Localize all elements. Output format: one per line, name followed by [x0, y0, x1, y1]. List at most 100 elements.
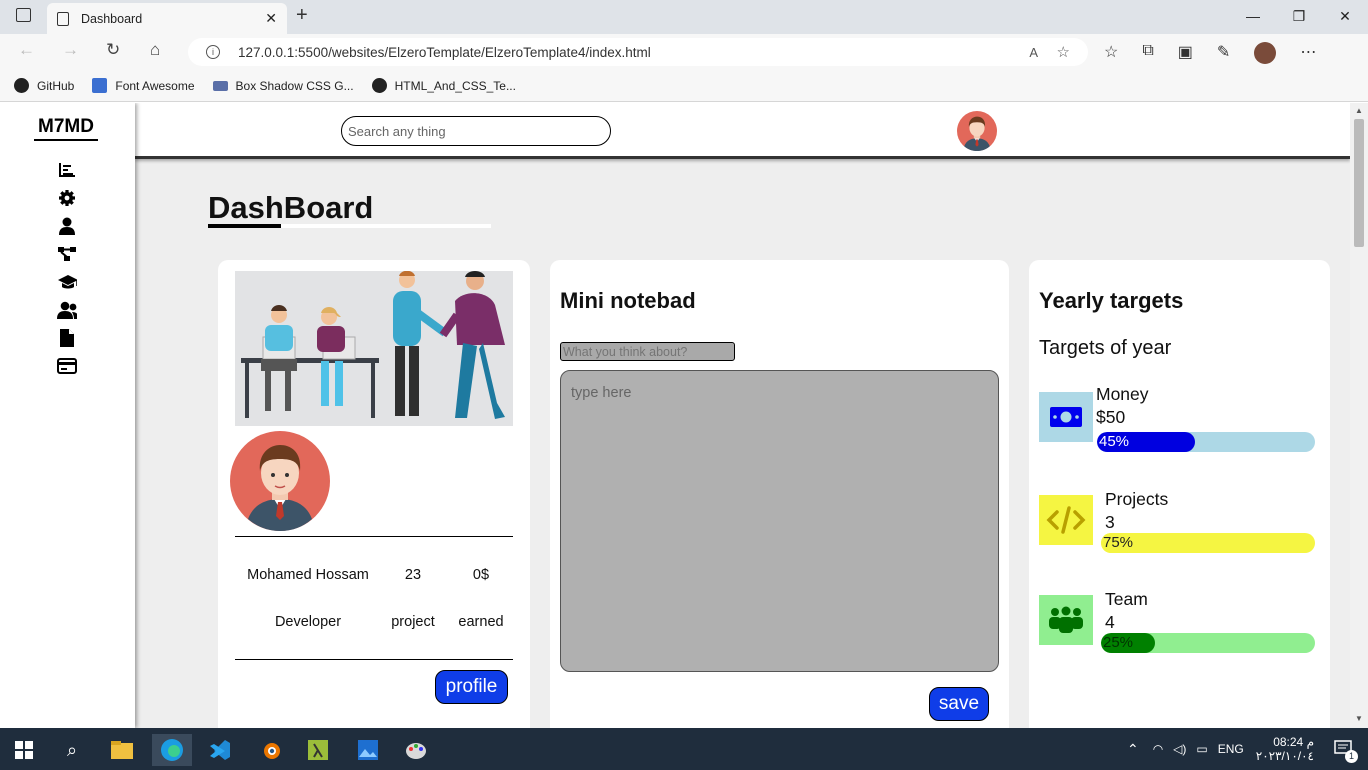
close-tab-icon[interactable]: ✕ [265, 10, 277, 27]
file-icon[interactable] [57, 329, 77, 347]
page-icon [57, 11, 69, 26]
projects-count: 23 [404, 567, 422, 583]
clock-time: 08:24 م [1273, 735, 1314, 749]
profile-avatar[interactable] [1254, 42, 1277, 64]
note-title-input[interactable] [560, 342, 735, 361]
user-avatar[interactable] [957, 111, 997, 151]
photos-icon[interactable] [348, 734, 388, 766]
targets-title: Yearly targets [1039, 288, 1184, 313]
credit-card-icon[interactable] [57, 357, 77, 375]
gear-icon[interactable] [57, 189, 77, 207]
paint-icon[interactable] [396, 734, 436, 766]
target-value: 4 [1105, 612, 1115, 632]
flag-icon [92, 78, 108, 93]
tab-title: Dashboard [81, 11, 143, 26]
site-info-icon[interactable]: i [206, 45, 220, 59]
github-icon [371, 78, 387, 93]
save-button[interactable]: save [929, 687, 989, 721]
profile-role: Developer [274, 614, 342, 630]
address-bar-row: ← → ↻ ⌂ i 127.0.0.1:5500/websites/Elzero… [0, 34, 1368, 70]
home-icon[interactable]: ⌂ [150, 40, 160, 60]
progress-bar: 25% [1101, 633, 1315, 653]
read-aloud-icon[interactable]: A [1029, 45, 1038, 60]
notification-count: 1 [1345, 749, 1358, 763]
bookmark-box-shadow[interactable]: Box Shadow CSS G... [212, 79, 354, 93]
blender-icon[interactable] [250, 734, 290, 766]
url-field[interactable]: i 127.0.0.1:5500/websites/ElzeroTemplate… [188, 38, 1088, 66]
collections-icon[interactable]: ⧉ [1142, 42, 1153, 64]
scroll-up-arrow[interactable]: ▲ [1355, 106, 1363, 115]
notepad-card: Mini notebad type here save [550, 260, 1009, 728]
target-name: Team [1105, 589, 1148, 609]
taskbar: ⌕ ⌃ ◠ ◁) ▭ ENG 08:24 م ٢٠٢٣/١٠/٠٤ 1 [0, 728, 1368, 770]
back-icon[interactable]: ← [18, 40, 35, 60]
forward-icon[interactable]: → [62, 40, 79, 60]
title-underline [208, 224, 491, 228]
page-title: DashBoard [208, 190, 374, 225]
profile-name: Mohamed Hossam [247, 567, 369, 583]
earned-label: earned [458, 614, 504, 630]
user-icon[interactable] [57, 217, 77, 235]
clock[interactable]: 08:24 م ٢٠٢٣/١٠/٠٤ [1256, 735, 1314, 763]
minimize-button[interactable]: — [1230, 0, 1276, 32]
edge-icon[interactable] [152, 734, 192, 766]
target-name: Projects [1105, 489, 1169, 509]
target-team: Team 4 25% [1039, 589, 1315, 655]
bookmarks-bar: GitHub Font Awesome Box Shadow CSS G... … [0, 70, 1368, 102]
restore-button[interactable]: ❐ [1276, 0, 1322, 32]
search-icon[interactable]: ⌕ [52, 734, 92, 766]
browser-tab[interactable]: Dashboard ✕ [47, 3, 287, 34]
progress-bar: 75% [1101, 533, 1315, 553]
profile-card: Mohamed Hossam 23 0$ Developer project e… [218, 260, 530, 728]
bookmark-github[interactable]: GitHub [14, 78, 74, 93]
language-indicator[interactable]: ENG [1218, 742, 1244, 756]
windows-start-icon[interactable] [4, 734, 44, 766]
earned-value: 0$ [472, 567, 490, 583]
new-tab-button[interactable]: + [296, 4, 308, 27]
users-icon[interactable] [57, 301, 77, 319]
profile-avatar-large [230, 431, 330, 531]
keyboard-icon[interactable]: ▭ [1196, 742, 1207, 756]
vscode-icon[interactable] [200, 734, 240, 766]
divider [235, 536, 513, 537]
scrollbar-thumb[interactable] [1354, 119, 1364, 247]
target-projects: Projects 3 75% [1039, 489, 1315, 555]
team-illustration [235, 271, 513, 426]
close-window-button[interactable]: ✕ [1322, 0, 1368, 32]
target-money: Money $50 45% [1039, 384, 1315, 452]
extensions-icon[interactable]: ✎ [1217, 42, 1230, 64]
money-icon [1039, 392, 1093, 442]
divider [235, 659, 513, 660]
chevron-up-icon[interactable]: ⌃ [1127, 741, 1139, 758]
math-solver-icon[interactable]: ▣ [1178, 42, 1193, 64]
volume-icon[interactable]: ◁) [1173, 742, 1186, 756]
page-scrollbar[interactable]: ▲ ▼ [1350, 103, 1368, 728]
add-favorite-icon[interactable]: ☆ [1057, 43, 1070, 61]
code-icon [1039, 495, 1093, 545]
progress-fill: 25% [1101, 633, 1155, 653]
notifications-icon[interactable]: 1 [1334, 739, 1358, 763]
bookmark-html-css[interactable]: HTML_And_CSS_Te... [371, 78, 516, 93]
bookmark-font-awesome[interactable]: Font Awesome [92, 78, 195, 93]
graduation-cap-icon[interactable] [57, 273, 77, 291]
note-textarea[interactable]: type here [560, 370, 999, 672]
profile-button[interactable]: profile [435, 670, 508, 704]
logo: M7MD [34, 116, 98, 141]
chart-icon[interactable] [57, 161, 77, 179]
clock-date: ٢٠٢٣/١٠/٠٤ [1255, 749, 1314, 763]
diagram-icon[interactable] [57, 245, 77, 263]
bookmark-image-icon [212, 80, 228, 91]
wifi-icon[interactable]: ◠ [1153, 742, 1163, 756]
github-icon [14, 78, 29, 93]
file-explorer-icon[interactable] [102, 734, 142, 766]
projects-label: project [391, 614, 435, 630]
tab-actions-icon[interactable] [16, 8, 31, 22]
scroll-down-arrow[interactable]: ▼ [1355, 714, 1363, 723]
progress-fill: 75% [1101, 533, 1262, 553]
target-name: Money [1096, 384, 1149, 404]
search-input[interactable] [341, 116, 611, 146]
favorites-icon[interactable]: ☆ [1104, 42, 1118, 64]
app-lambda-icon[interactable] [298, 734, 338, 766]
refresh-icon[interactable]: ↻ [106, 40, 120, 60]
more-menu-icon[interactable]: ⋯ [1300, 42, 1316, 64]
